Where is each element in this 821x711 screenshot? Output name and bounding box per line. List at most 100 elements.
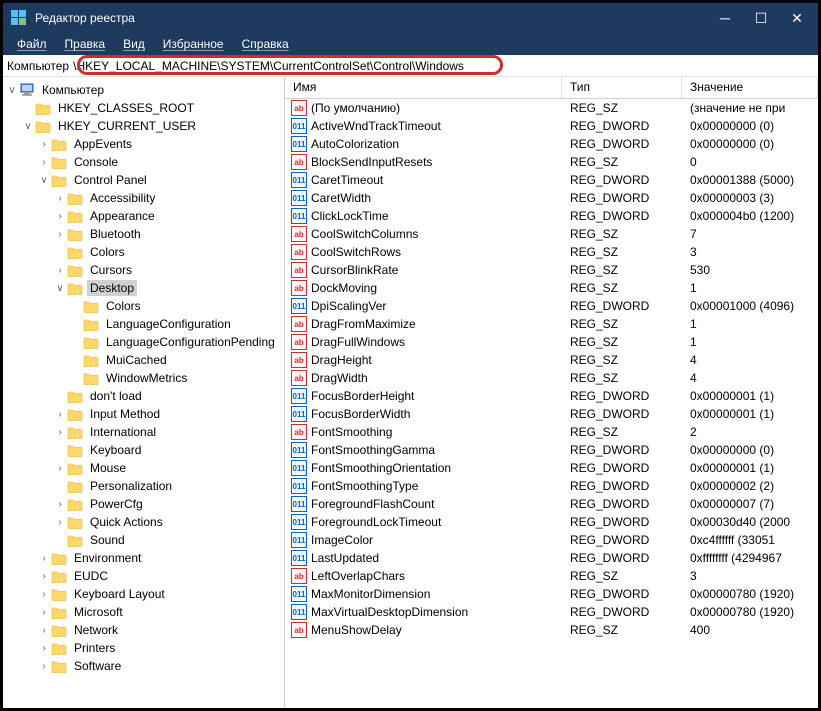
value-row[interactable]: 011FontSmoothingTypeREG_DWORD0x00000002 … xyxy=(285,477,818,495)
string-icon: ab xyxy=(291,424,307,440)
value-row[interactable]: 011CaretWidthREG_DWORD0x00000003 (3) xyxy=(285,189,818,207)
tree-item[interactable]: ›Appearance xyxy=(5,207,284,225)
string-icon: ab xyxy=(291,622,307,638)
value-row[interactable]: ab(По умолчанию)REG_SZ(значение не при xyxy=(285,99,818,117)
registry-tree[interactable]: ∨КомпьютерHKEY_CLASSES_ROOT∨HKEY_CURRENT… xyxy=(3,77,285,708)
tree-item[interactable]: Keyboard xyxy=(5,441,284,459)
tree-item[interactable]: Colors xyxy=(5,297,284,315)
value-row[interactable]: 011LastUpdatedREG_DWORD0xffffffff (42949… xyxy=(285,549,818,567)
list-header[interactable]: Имя Тип Значение xyxy=(285,77,818,99)
menubar: Файл Правка Вид Избранное Справка xyxy=(3,33,818,55)
menu-help[interactable]: Справка xyxy=(234,35,297,53)
value-row[interactable]: abLeftOverlapCharsREG_SZ3 xyxy=(285,567,818,585)
tree-root[interactable]: ∨Компьютер xyxy=(5,81,284,99)
string-icon: ab xyxy=(291,262,307,278)
value-row[interactable]: 011DpiScalingVerREG_DWORD0x00001000 (409… xyxy=(285,297,818,315)
tree-item[interactable]: ›Microsoft xyxy=(5,603,284,621)
menu-favorites[interactable]: Избранное xyxy=(155,35,232,53)
tree-item[interactable]: ∨Desktop xyxy=(5,279,284,297)
value-row[interactable]: 011ImageColorREG_DWORD0xc4ffffff (33051 xyxy=(285,531,818,549)
menu-file[interactable]: Файл xyxy=(9,35,55,53)
tree-item[interactable]: LanguageConfigurationPending xyxy=(5,333,284,351)
tree-item[interactable]: ›Cursors xyxy=(5,261,284,279)
tree-item[interactable]: Personalization xyxy=(5,477,284,495)
dword-icon: 011 xyxy=(291,118,307,134)
string-icon: ab xyxy=(291,334,307,350)
tree-item[interactable]: Sound xyxy=(5,531,284,549)
string-icon: ab xyxy=(291,568,307,584)
string-icon: ab xyxy=(291,280,307,296)
value-list: Имя Тип Значение ab(По умолчанию)REG_SZ(… xyxy=(285,77,818,708)
tree-item[interactable]: ›Environment xyxy=(5,549,284,567)
tree-item[interactable]: ›AppEvents xyxy=(5,135,284,153)
address-bar: Компьютер xyxy=(3,55,818,77)
tree-item[interactable]: LanguageConfiguration xyxy=(5,315,284,333)
maximize-button[interactable]: ☐ xyxy=(752,9,770,27)
tree-item[interactable]: ›EUDC xyxy=(5,567,284,585)
tree-item[interactable]: WindowMetrics xyxy=(5,369,284,387)
value-row[interactable]: abBlockSendInputResetsREG_SZ0 xyxy=(285,153,818,171)
dword-icon: 011 xyxy=(291,442,307,458)
value-row[interactable]: 011ActiveWndTrackTimeoutREG_DWORD0x00000… xyxy=(285,117,818,135)
value-row[interactable]: abCoolSwitchRowsREG_SZ3 xyxy=(285,243,818,261)
tree-item[interactable]: ›International xyxy=(5,423,284,441)
value-row[interactable]: abDragFromMaximizeREG_SZ1 xyxy=(285,315,818,333)
dword-icon: 011 xyxy=(291,208,307,224)
value-row[interactable]: 011ClickLockTimeREG_DWORD0x000004b0 (120… xyxy=(285,207,818,225)
value-row[interactable]: abCoolSwitchColumnsREG_SZ7 xyxy=(285,225,818,243)
column-type[interactable]: Тип xyxy=(562,77,682,98)
tree-item[interactable]: ∨HKEY_CURRENT_USER xyxy=(5,117,284,135)
titlebar: Редактор реестра ─ ☐ ✕ xyxy=(3,3,818,33)
value-row[interactable]: abDockMovingREG_SZ1 xyxy=(285,279,818,297)
value-row[interactable]: 011ForegroundLockTimeoutREG_DWORD0x00030… xyxy=(285,513,818,531)
value-row[interactable]: 011FontSmoothingOrientationREG_DWORD0x00… xyxy=(285,459,818,477)
value-row[interactable]: 011FocusBorderWidthREG_DWORD0x00000001 (… xyxy=(285,405,818,423)
address-label: Компьютер xyxy=(7,59,69,73)
tree-item[interactable]: Colors xyxy=(5,243,284,261)
tree-item[interactable]: don't load xyxy=(5,387,284,405)
value-row[interactable]: 011ForegroundFlashCountREG_DWORD0x000000… xyxy=(285,495,818,513)
dword-icon: 011 xyxy=(291,496,307,512)
tree-item[interactable]: HKEY_CLASSES_ROOT xyxy=(5,99,284,117)
dword-icon: 011 xyxy=(291,172,307,188)
close-button[interactable]: ✕ xyxy=(788,9,806,27)
value-row[interactable]: abDragHeightREG_SZ4 xyxy=(285,351,818,369)
tree-item[interactable]: ›Console xyxy=(5,153,284,171)
dword-icon: 011 xyxy=(291,586,307,602)
value-row[interactable]: 011FocusBorderHeightREG_DWORD0x00000001 … xyxy=(285,387,818,405)
tree-item[interactable]: ›Network xyxy=(5,621,284,639)
value-row[interactable]: 011FontSmoothingGammaREG_DWORD0x00000000… xyxy=(285,441,818,459)
menu-edit[interactable]: Правка xyxy=(57,35,114,53)
string-icon: ab xyxy=(291,352,307,368)
tree-item[interactable]: ›Printers xyxy=(5,639,284,657)
value-row[interactable]: abMenuShowDelayREG_SZ400 xyxy=(285,621,818,639)
value-row[interactable]: 011MaxVirtualDesktopDimensionREG_DWORD0x… xyxy=(285,603,818,621)
address-input[interactable] xyxy=(69,57,814,75)
value-row[interactable]: 011AutoColorizationREG_DWORD0x00000000 (… xyxy=(285,135,818,153)
value-row[interactable]: abFontSmoothingREG_SZ2 xyxy=(285,423,818,441)
dword-icon: 011 xyxy=(291,406,307,422)
tree-item[interactable]: ›Keyboard Layout xyxy=(5,585,284,603)
tree-item[interactable]: ›Input Method xyxy=(5,405,284,423)
value-row[interactable]: abDragFullWindowsREG_SZ1 xyxy=(285,333,818,351)
value-row[interactable]: 011CaretTimeoutREG_DWORD0x00001388 (5000… xyxy=(285,171,818,189)
value-row[interactable]: abDragWidthREG_SZ4 xyxy=(285,369,818,387)
tree-item[interactable]: ∨Control Panel xyxy=(5,171,284,189)
minimize-button[interactable]: ─ xyxy=(716,9,734,27)
tree-item[interactable]: ›PowerCfg xyxy=(5,495,284,513)
value-row[interactable]: 011MaxMonitorDimensionREG_DWORD0x0000078… xyxy=(285,585,818,603)
string-icon: ab xyxy=(291,316,307,332)
tree-item[interactable]: MuiCached xyxy=(5,351,284,369)
tree-item[interactable]: ›Mouse xyxy=(5,459,284,477)
app-icon xyxy=(11,10,27,26)
value-row[interactable]: abCursorBlinkRateREG_SZ530 xyxy=(285,261,818,279)
dword-icon: 011 xyxy=(291,298,307,314)
tree-item[interactable]: ›Bluetooth xyxy=(5,225,284,243)
tree-item[interactable]: ›Accessibility xyxy=(5,189,284,207)
tree-item[interactable]: ›Quick Actions xyxy=(5,513,284,531)
tree-item[interactable]: ›Software xyxy=(5,657,284,675)
column-value[interactable]: Значение xyxy=(682,77,818,98)
list-body[interactable]: ab(По умолчанию)REG_SZ(значение не при01… xyxy=(285,99,818,708)
column-name[interactable]: Имя xyxy=(285,77,562,98)
menu-view[interactable]: Вид xyxy=(115,35,153,53)
